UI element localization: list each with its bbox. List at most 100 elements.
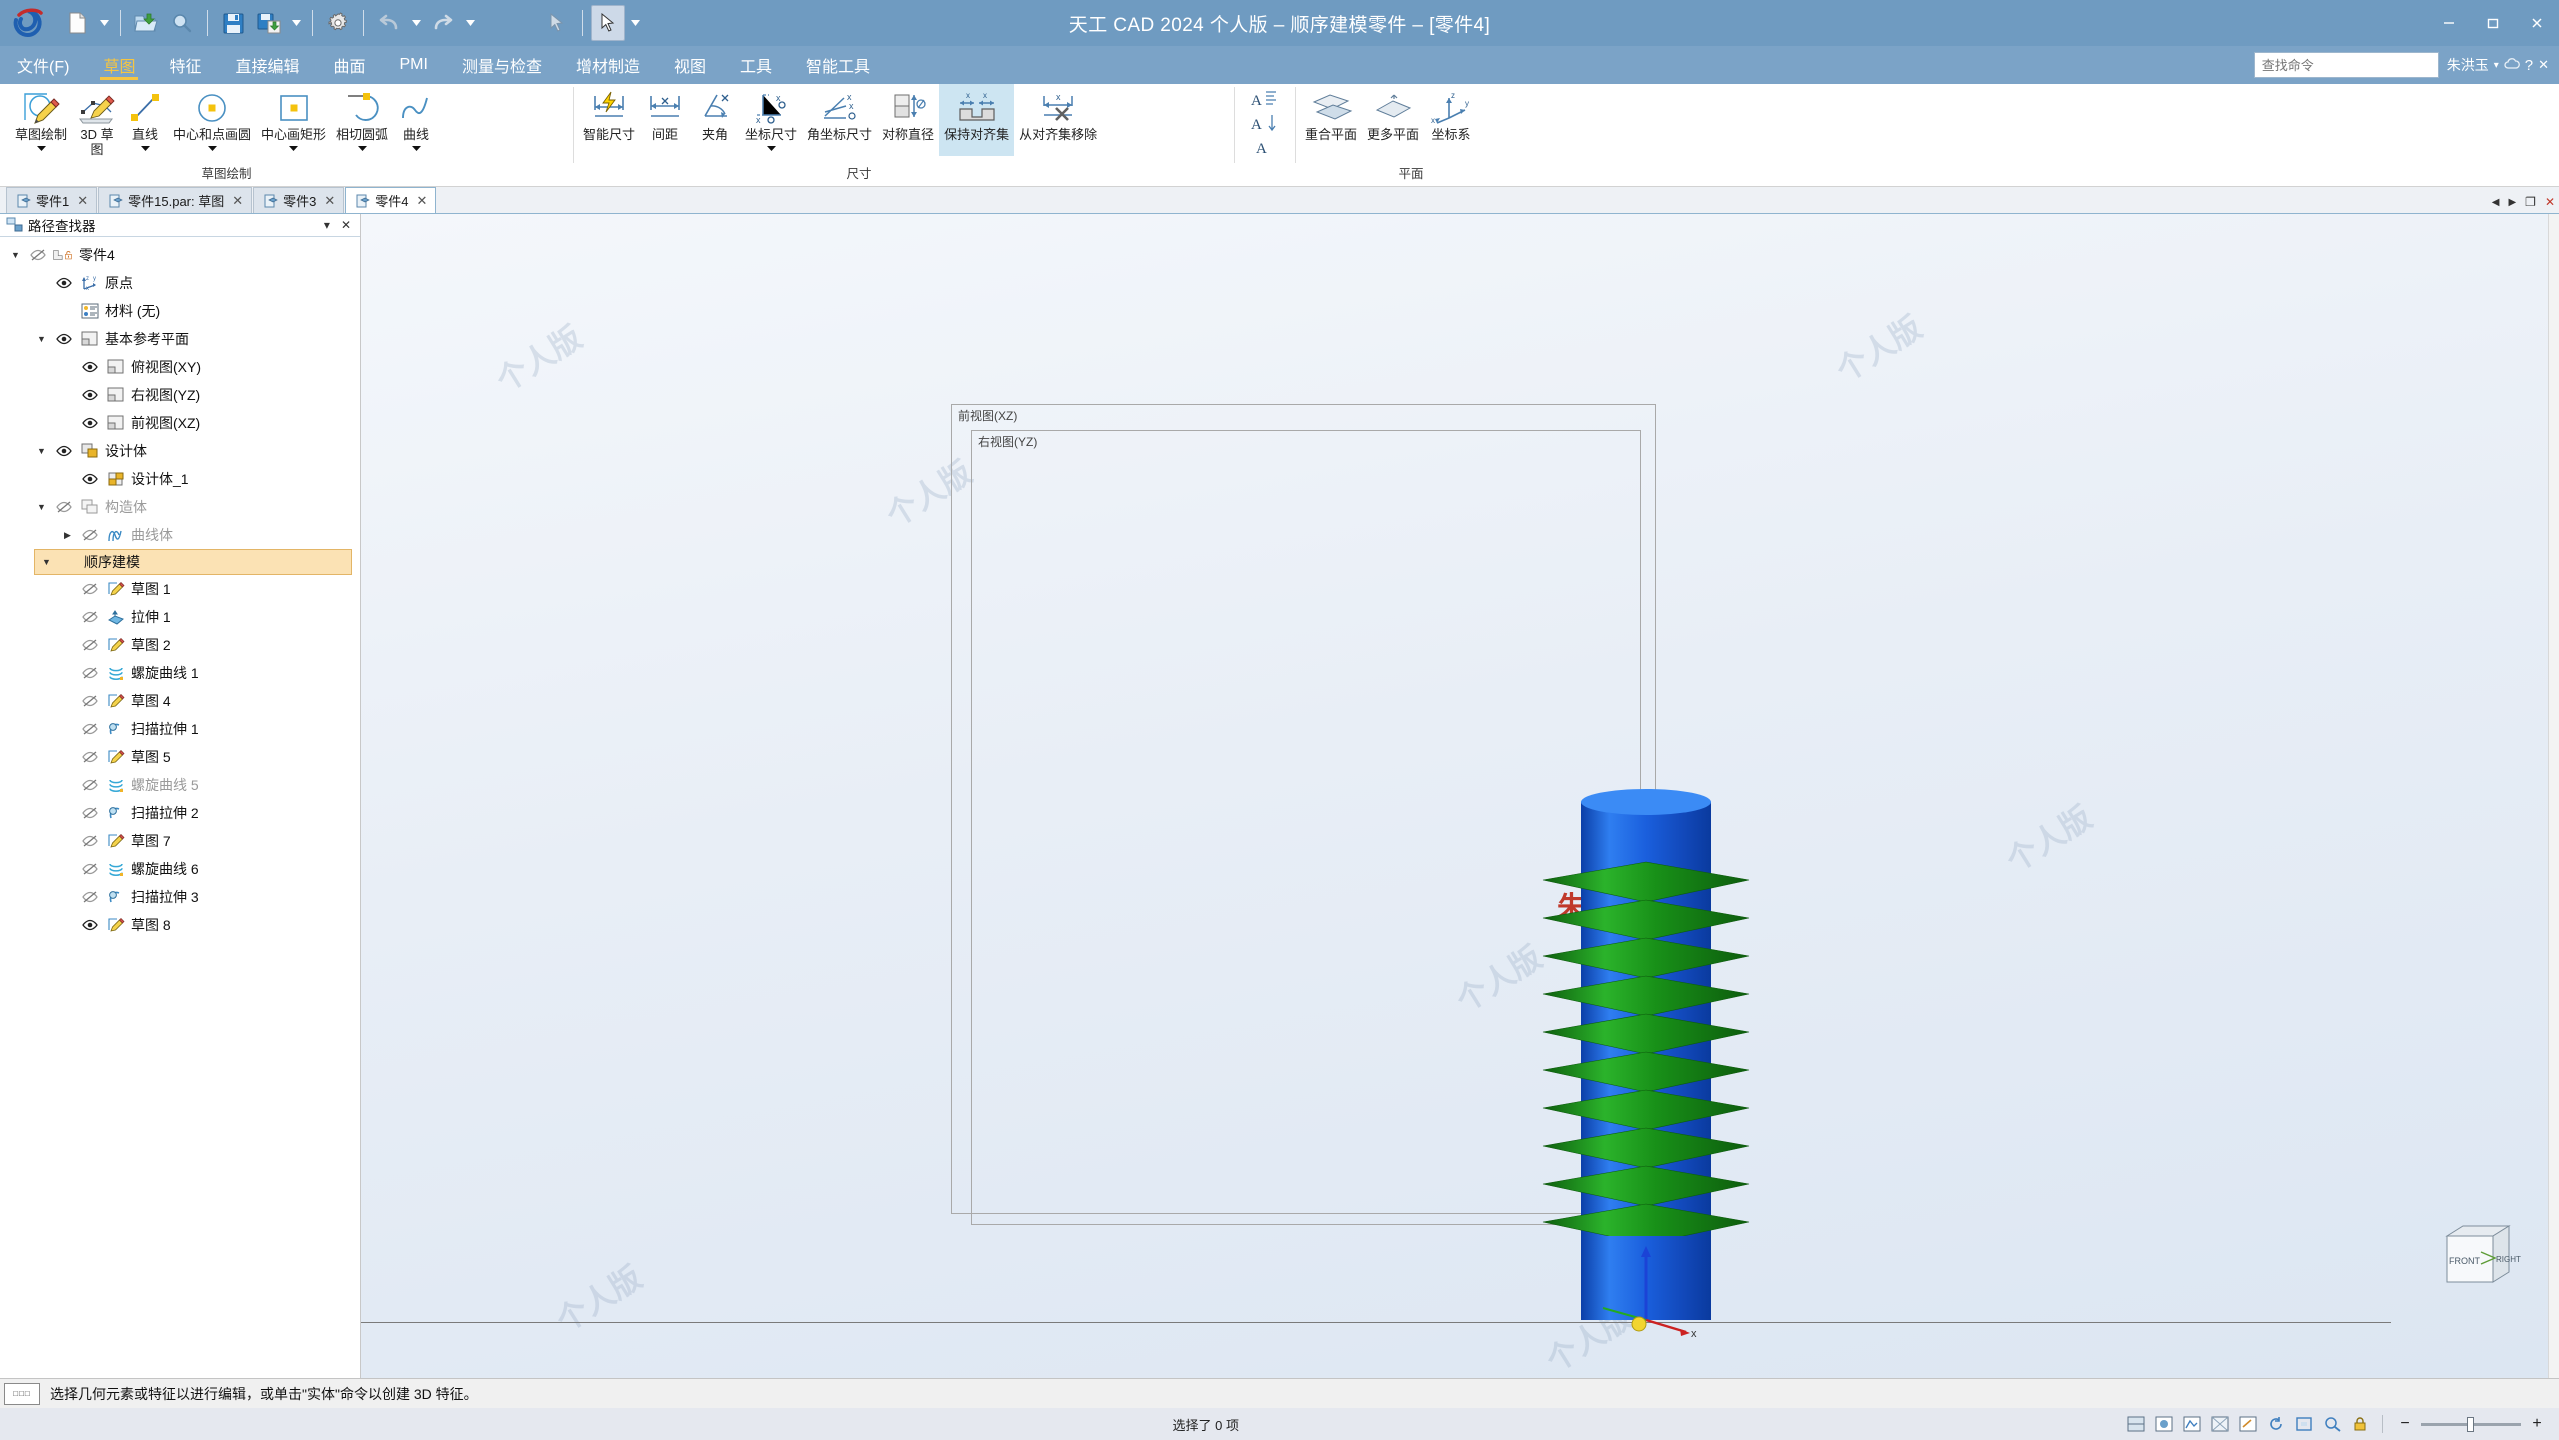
pathfinder-menu-icon[interactable]: ▾	[321, 218, 333, 232]
zoom-slider[interactable]	[2421, 1416, 2521, 1432]
visibility-eye-icon[interactable]	[80, 473, 100, 485]
chevron-down-icon[interactable]	[140, 142, 150, 154]
visibility-eye-icon[interactable]	[54, 277, 74, 289]
ribbon-item-circle-center-point[interactable]: 中心和点画圆	[168, 84, 256, 154]
doc-tab-part4[interactable]: 零件4 ✕	[345, 187, 437, 213]
tree-node[interactable]: 草图 4	[0, 687, 360, 715]
ribbon-item-maintain-alignment-set[interactable]: x x 保持对齐集	[939, 84, 1015, 156]
doc-close-button[interactable]: ✕	[2545, 195, 2555, 209]
doc-tab-next-button[interactable]: ▶	[2508, 197, 2516, 208]
undo-button[interactable]	[372, 5, 406, 41]
menu-tab-tools[interactable]: 工具	[723, 46, 789, 84]
doc-tab-close-icon[interactable]: ✕	[321, 193, 335, 209]
ribbon-item-symmetric-diameter[interactable]: 对称直径	[877, 84, 939, 142]
tree-node[interactable]: 螺旋曲线 1	[0, 659, 360, 687]
ribbon-item-curve[interactable]: 曲线	[393, 84, 439, 154]
save-as-button[interactable]	[252, 5, 286, 41]
ribbon-item-more-planes[interactable]: 更多平面	[1362, 84, 1424, 142]
zoom-slider-knob[interactable]	[2467, 1416, 2474, 1432]
menu-tab-direct-edit[interactable]: 直接编辑	[218, 46, 316, 84]
account-caret-icon[interactable]: ▾	[2494, 60, 2499, 71]
ribbon-item-coordinate-system[interactable]: z y x 坐标系	[1424, 84, 1478, 142]
preview-button[interactable]	[165, 5, 199, 41]
chevron-down-icon[interactable]	[289, 142, 299, 154]
wireframe-icon[interactable]	[2208, 1413, 2232, 1435]
account-area[interactable]: 朱洪玉 ▾ ? ✕	[2447, 55, 2553, 75]
tree-node[interactable]: z y x 原点	[0, 269, 360, 297]
tree-node[interactable]: 草图 5	[0, 743, 360, 771]
redo-button[interactable]	[426, 5, 460, 41]
visibility-eye-off-icon[interactable]	[80, 891, 100, 903]
menu-tab-view[interactable]: 视图	[657, 46, 723, 84]
visibility-eye-off-icon[interactable]	[80, 723, 100, 735]
menu-tab-additive-manufacturing[interactable]: 增材制造	[559, 46, 657, 84]
menu-tab-smart-tools[interactable]: 智能工具	[789, 46, 887, 84]
visibility-eye-icon[interactable]	[80, 919, 100, 931]
chevron-down-icon[interactable]	[411, 142, 421, 154]
ribbon-item-smart-dimension[interactable]: 智能尺寸	[578, 84, 640, 142]
doc-tab-part15[interactable]: 零件15.par: 草图 ✕	[98, 187, 253, 213]
visibility-eye-off-icon[interactable]	[80, 695, 100, 707]
visibility-eye-off-icon[interactable]	[80, 639, 100, 651]
ribbon-item-distance[interactable]: 间距	[640, 84, 690, 142]
tree-node[interactable]: 材料 (无)	[0, 297, 360, 325]
visibility-eye-off-icon[interactable]	[80, 751, 100, 763]
chevron-down-icon[interactable]	[207, 142, 217, 154]
undo-caret-icon[interactable]	[408, 5, 424, 41]
tree-node[interactable]: 草图 7	[0, 827, 360, 855]
text-style-a-sort-icon[interactable]: A	[1250, 112, 1280, 136]
chevron-down-icon[interactable]	[766, 142, 776, 154]
chevron-down-icon[interactable]	[357, 142, 367, 154]
tree-node[interactable]: ▶ 曲线体	[0, 521, 360, 549]
ribbon-item-sketch-3d[interactable]: 3D 草图	[72, 84, 122, 157]
visibility-eye-icon[interactable]	[54, 445, 74, 457]
view-cube[interactable]: FRONT RIGHT	[2425, 1222, 2537, 1300]
visibility-eye-off-icon[interactable]	[80, 807, 100, 819]
menu-tab-feature[interactable]: 特征	[152, 46, 218, 84]
new-document-button[interactable]	[60, 5, 94, 41]
doc-tab-part3[interactable]: 零件3 ✕	[253, 187, 345, 213]
tree-node[interactable]: ▼ 零件4	[0, 241, 360, 269]
save-as-caret-icon[interactable]	[288, 5, 304, 41]
chevron-down-icon[interactable]	[36, 142, 46, 154]
search-input[interactable]	[2261, 57, 2438, 73]
menu-tab-sketch[interactable]: 草图	[86, 46, 152, 84]
shaded-view-icon[interactable]	[2124, 1413, 2148, 1435]
pathfinder-tree[interactable]: ▼ 零件4 z y x 原点 材料 (无) ▼ 基本参考平面 俯视图(XY) 右视图(YZ) 前视图(…	[0, 237, 360, 1378]
text-style-a-small-icon[interactable]: A	[1250, 136, 1280, 160]
save-button[interactable]	[216, 5, 250, 41]
tree-node[interactable]: ▼ 基本参考平面	[0, 325, 360, 353]
doc-tab-part1[interactable]: 零件1 ✕	[6, 187, 98, 213]
tree-node[interactable]: ▼ 顺序建模	[34, 549, 352, 575]
visibility-eye-off-icon[interactable]	[80, 779, 100, 791]
pointer-alt-icon[interactable]	[540, 5, 574, 41]
help-button[interactable]: ?	[2525, 57, 2533, 74]
model-viewport[interactable]: 个人版 个人版 个人版 个人版 个人版 个人版 个人版 个人版 前视图(XZ) …	[361, 214, 2559, 1378]
menu-tab-pmi[interactable]: PMI	[383, 46, 445, 84]
zoom-slider-track[interactable]	[2421, 1416, 2521, 1432]
ribbon-item-angular-coordinate[interactable]: x x 角坐标尺寸	[802, 84, 877, 142]
expander-collapse-icon[interactable]: ▼	[39, 557, 54, 567]
select-tool-caret-icon[interactable]	[627, 5, 643, 41]
expander-expand-icon[interactable]: ▶	[60, 530, 75, 541]
visibility-eye-off-icon[interactable]	[80, 835, 100, 847]
visibility-eye-icon[interactable]	[80, 417, 100, 429]
tree-node[interactable]: 扫描拉伸 2	[0, 799, 360, 827]
expander-collapse-icon[interactable]: ▼	[34, 334, 49, 344]
fit-view-icon[interactable]	[2292, 1413, 2316, 1435]
tree-node[interactable]: ▼ 构造体	[0, 493, 360, 521]
tree-node[interactable]: 俯视图(XY)	[0, 353, 360, 381]
tree-node[interactable]: 草图 2	[0, 631, 360, 659]
zoom-in-button[interactable]: +	[2525, 1413, 2549, 1435]
zoom-out-button[interactable]: −	[2393, 1413, 2417, 1435]
visible-edges-icon[interactable]	[2152, 1413, 2176, 1435]
tree-node[interactable]: 扫描拉伸 1	[0, 715, 360, 743]
visibility-eye-off-icon[interactable]	[80, 863, 100, 875]
visibility-eye-icon[interactable]	[80, 389, 100, 401]
doc-tab-close-icon[interactable]: ✕	[74, 193, 88, 209]
ribbon-item-coordinate-dimension[interactable]: x x 坐标尺寸	[740, 84, 802, 154]
tree-node[interactable]: 草图 8	[0, 911, 360, 939]
visibility-eye-off-icon[interactable]	[80, 611, 100, 623]
ribbon-item-coincident-plane[interactable]: 重合平面	[1300, 84, 1362, 142]
visibility-eye-icon[interactable]	[80, 361, 100, 373]
